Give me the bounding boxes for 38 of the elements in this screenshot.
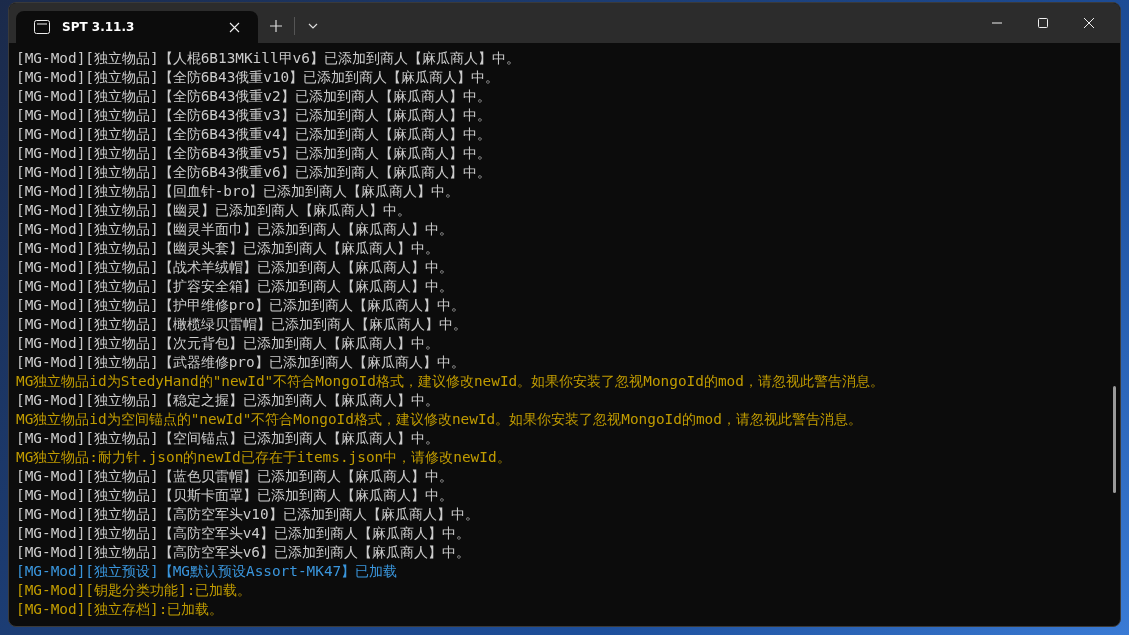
console-line: [MG-Mod][独立物品]【高防空军头v4】已添加到商人【麻瓜商人】中。 xyxy=(16,524,470,543)
chevron-down-icon xyxy=(307,22,319,30)
console-line: [MG-Mod][独立物品]【高防空军头v6】已添加到商人【麻瓜商人】中。 xyxy=(16,543,470,562)
console-line: [MG-Mod][独立物品]【蓝色贝雷帽】已添加到商人【麻瓜商人】中。 xyxy=(16,467,453,486)
console-line: [MG-Mod][独立物品]【幽灵头套】已添加到商人【麻瓜商人】中。 xyxy=(16,239,439,258)
console-line: [MG-Mod][独立物品]【幽灵半面巾】已添加到商人【麻瓜商人】中。 xyxy=(16,220,453,239)
console-line: [MG-Mod][独立物品]【高防空军头v10】已添加到商人【麻瓜商人】中。 xyxy=(16,505,479,524)
terminal-icon xyxy=(34,20,50,34)
console-line: [MG-Mod][独立物品]【贝斯卡面罩】已添加到商人【麻瓜商人】中。 xyxy=(16,486,453,505)
console-line: [MG-Mod][独立物品]【武器维修pro】已添加到商人【麻瓜商人】中。 xyxy=(16,353,465,372)
console-line: [MG-Mod][独立物品]【回血针-bro】已添加到商人【麻瓜商人】中。 xyxy=(16,182,460,201)
console-line: [MG-Mod][独立物品]【稳定之握】已添加到商人【麻瓜商人】中。 xyxy=(16,391,439,410)
console-line: [MG-Mod][独立物品]【全防6B43俄重v6】已添加到商人【麻瓜商人】中。 xyxy=(16,163,491,182)
console-line: [MG-Mod][独立物品]【战术羊绒帽】已添加到商人【麻瓜商人】中。 xyxy=(16,258,453,277)
console-line: MG独立物品id为空间锚点的"newId"不符合MongoId格式，建议修改newId。如果你安装了忽视MongoId的mod，请忽视此警告消息。 xyxy=(16,410,862,429)
console-line: [MG-Mod][独立预设]【MG默认预设Assort-MK47】已加载 xyxy=(16,562,398,581)
console-line: [MG-Mod][独立物品]【全防6B43俄重v5】已添加到商人【麻瓜商人】中。 xyxy=(16,144,491,163)
scrollbar-thumb[interactable] xyxy=(1113,386,1116,493)
console-line: [MG-Mod][独立物品]【幽灵】已添加到商人【麻瓜商人】中。 xyxy=(16,201,411,220)
console-line: [MG-Mod][独立物品]【全防6B43俄重v3】已添加到商人【麻瓜商人】中。 xyxy=(16,106,491,125)
console-line: [MG-Mod][独立物品]【全防6B43俄重v4】已添加到商人【麻瓜商人】中。 xyxy=(16,125,491,144)
console-line: [MG-Mod][钥匙分类功能]:已加载。 xyxy=(16,581,252,600)
close-icon xyxy=(228,21,240,33)
close-icon xyxy=(1083,17,1095,29)
console-line: [MG-Mod][独立物品]【扩容安全箱】已添加到商人【麻瓜商人】中。 xyxy=(16,277,453,296)
console-line: [MG-Mod][独立存档]:已加载。 xyxy=(16,600,224,619)
console-line: [MG-Mod][独立物品]【护甲维修pro】已添加到商人【麻瓜商人】中。 xyxy=(16,296,465,315)
console-line: [MG-Mod][独立物品]【全防6B43俄重v10】已添加到商人【麻瓜商人】中。 xyxy=(16,68,500,87)
console-line: [MG-Mod][独立物品]【橄榄绿贝雷帽】已添加到商人【麻瓜商人】中。 xyxy=(16,315,467,334)
console-line: MG独立物品id为StedyHand的"newId"不符合MongoId格式，建议修改newId。如果你安装了忽视MongoId的mod，请忽视此警告消息。 xyxy=(16,372,884,391)
console-line: [MG-Mod][独立物品]【全防6B43俄重v2】已添加到商人【麻瓜商人】中。 xyxy=(16,87,491,106)
terminal-tab[interactable]: SPT 3.11.3 xyxy=(16,11,258,43)
maximize-icon xyxy=(1037,17,1049,29)
console-line: [MG-Mod][独立物品]【空间锚点】已添加到商人【麻瓜商人】中。 xyxy=(16,429,439,448)
plus-icon xyxy=(269,19,283,33)
console-line: [MG-Mod][独立物品]【次元背包】已添加到商人【麻瓜商人】中。 xyxy=(16,334,439,353)
console-line: MG独立物品:耐力针.json的newId已存在于items.json中，请修改newId。 xyxy=(16,448,511,467)
console-line: [MG-Mod][独立物品]【人棍6B13MKill甲v6】已添加到商人【麻瓜商人】中。 xyxy=(16,49,520,68)
